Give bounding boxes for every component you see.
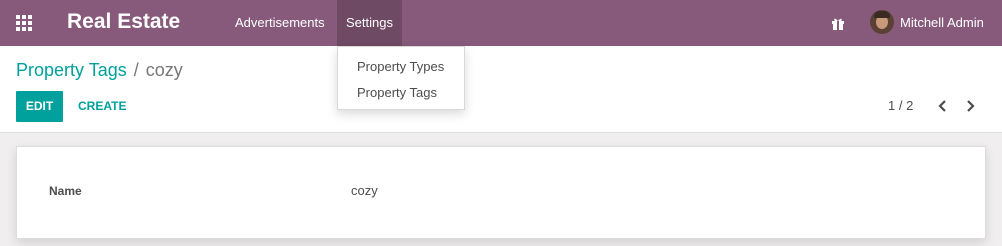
- apps-grid-icon[interactable]: [16, 15, 32, 31]
- app-name[interactable]: Real Estate: [67, 10, 180, 34]
- chevron-left-icon[interactable]: [935, 97, 951, 115]
- edit-button[interactable]: EDIT: [16, 91, 63, 122]
- control-panel: Property Tags / cozy EDIT CREATE 1 / 2: [0, 46, 1002, 133]
- menu-advertisements[interactable]: Advertisements: [226, 0, 334, 46]
- user-avatar[interactable]: [870, 10, 894, 34]
- breadcrumb-separator: /: [133, 60, 139, 80]
- dropdown-item-property-types[interactable]: Property Types: [357, 59, 444, 74]
- top-navbar: Real Estate Advertisements Settings Mitc…: [0, 0, 1002, 46]
- breadcrumb-current: cozy: [145, 60, 183, 80]
- form-sheet: Name cozy: [16, 146, 986, 239]
- gift-icon[interactable]: [831, 16, 845, 30]
- name-field-value: cozy: [351, 183, 378, 198]
- dropdown-item-property-tags[interactable]: Property Tags: [357, 85, 437, 100]
- user-name[interactable]: Mitchell Admin: [900, 0, 984, 46]
- name-field-label: Name: [49, 184, 82, 198]
- breadcrumb-property-tags-link[interactable]: Property Tags: [16, 60, 127, 80]
- settings-dropdown-menu: Property Types Property Tags: [337, 46, 465, 110]
- menu-settings[interactable]: Settings: [337, 0, 402, 46]
- breadcrumb: Property Tags / cozy: [16, 60, 183, 81]
- create-button[interactable]: CREATE: [70, 91, 134, 122]
- pager-value[interactable]: 1 / 2: [888, 98, 913, 113]
- chevron-right-icon[interactable]: [962, 97, 978, 115]
